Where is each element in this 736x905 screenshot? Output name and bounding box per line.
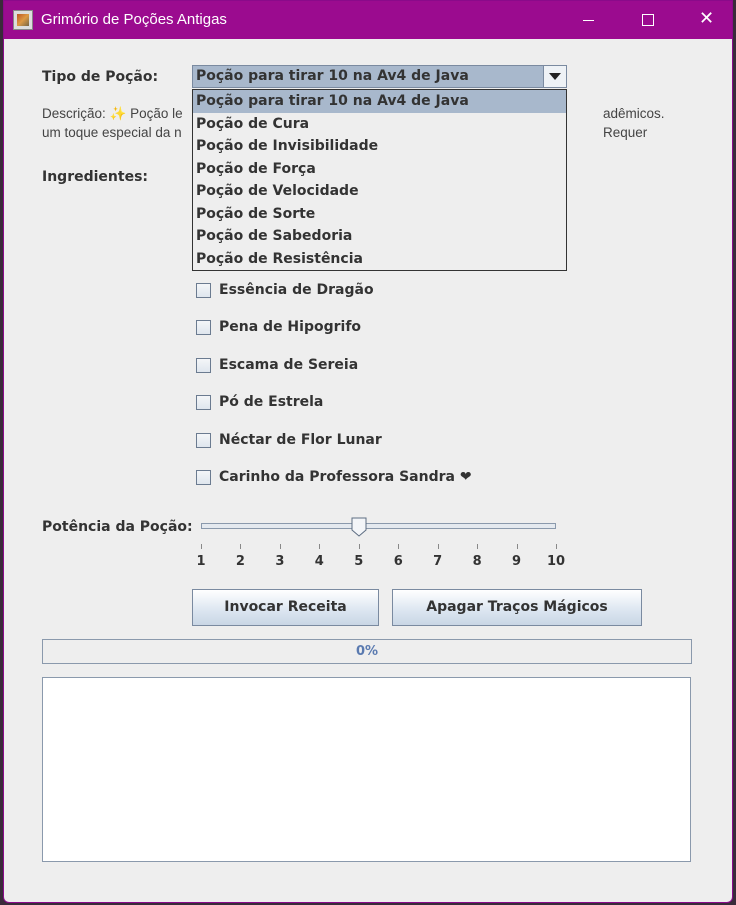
maximize-icon (642, 14, 654, 26)
slider-tick (398, 544, 400, 549)
dropdown-option[interactable]: Poção de Sorte (193, 203, 566, 226)
close-button[interactable]: ✕ (677, 1, 735, 39)
potency-slider-thumb[interactable] (351, 517, 367, 537)
minimize-icon (583, 20, 594, 21)
checkbox[interactable] (196, 395, 211, 410)
ingredient-label: Pó de Estrela (219, 394, 324, 410)
slider-tick (516, 544, 518, 549)
potion-type-label: Tipo de Poção: (42, 69, 159, 85)
close-icon: ✕ (699, 8, 715, 29)
checkbox[interactable] (196, 283, 211, 298)
ingredient-label: Escama de Sereia (219, 357, 359, 373)
potency-slider-track[interactable] (201, 523, 556, 529)
slider-tick-label: 3 (275, 554, 285, 569)
dropdown-option[interactable]: Poção de Resistência (193, 248, 566, 271)
output-textarea[interactable] (42, 677, 691, 862)
slider-tick-label: 7 (433, 554, 443, 569)
dropdown-option[interactable]: Poção de Velocidade (193, 180, 566, 203)
potency-label: Potência da Poção: (42, 519, 193, 535)
slider-tick (358, 544, 360, 549)
app-window: Grimório de Poções Antigas ✕ Tipo de Poç… (3, 0, 733, 903)
ingredient-label: Essência de Dragão (219, 282, 374, 298)
dropdown-option[interactable]: Poção de Sabedoria (193, 225, 566, 248)
checkbox[interactable] (196, 433, 211, 448)
invoke-recipe-button[interactable]: Invocar Receita (192, 589, 379, 626)
chevron-down-icon[interactable] (543, 66, 566, 87)
slider-tick-label: 1 (196, 554, 206, 569)
title-bar[interactable]: Grimório de Poções Antigas ✕ (4, 1, 732, 39)
minimize-button[interactable] (559, 1, 617, 39)
slider-tick (240, 544, 242, 549)
ingredient-label: Pena de Hipogrifo (219, 319, 362, 335)
potion-type-select[interactable]: Poção para tirar 10 na Av4 de Java (192, 65, 567, 88)
slider-tick (437, 544, 439, 549)
ingredient-label: Carinho da Professora Sandra ❤ (219, 469, 472, 485)
potion-type-selected: Poção para tirar 10 na Av4 de Java (196, 68, 469, 84)
maximize-button[interactable] (618, 1, 676, 39)
slider-tick (556, 544, 557, 549)
dropdown-option[interactable]: Poção para tirar 10 na Av4 de Java (193, 90, 566, 113)
slider-tick (319, 544, 321, 549)
ingredient-label: Néctar de Flor Lunar (219, 432, 382, 448)
progress-bar: 0% (42, 639, 692, 664)
ingredients-label: Ingredientes: (42, 169, 148, 185)
dropdown-option[interactable]: Poção de Invisibilidade (193, 135, 566, 158)
slider-tick (477, 544, 479, 549)
dropdown-option[interactable]: Poção de Cura (193, 113, 566, 136)
checkbox[interactable] (196, 320, 211, 335)
slider-tick-label: 10 (546, 554, 566, 569)
clear-traces-button[interactable]: Apagar Traços Mágicos (392, 589, 642, 626)
slider-tick-label: 4 (314, 554, 324, 569)
app-icon (13, 10, 33, 30)
slider-tick-label: 2 (235, 554, 245, 569)
description-line1-right: adêmicos. Requer (603, 106, 665, 140)
checkbox[interactable] (196, 470, 211, 485)
potion-type-dropdown[interactable]: Poção para tirar 10 na Av4 de Java Poção… (192, 89, 567, 271)
checkbox[interactable] (196, 358, 211, 373)
slider-tick-label: 5 (354, 554, 364, 569)
dropdown-option[interactable]: Poção de Força (193, 158, 566, 181)
description-line1-left: Descrição: ✨ Poção le (42, 106, 183, 121)
slider-tick-label: 8 (472, 554, 482, 569)
window-title: Grimório de Poções Antigas (41, 11, 227, 28)
slider-tick (201, 544, 202, 549)
slider-tick-label: 6 (393, 554, 403, 569)
slider-tick-label: 9 (512, 554, 522, 569)
slider-tick (279, 544, 281, 549)
